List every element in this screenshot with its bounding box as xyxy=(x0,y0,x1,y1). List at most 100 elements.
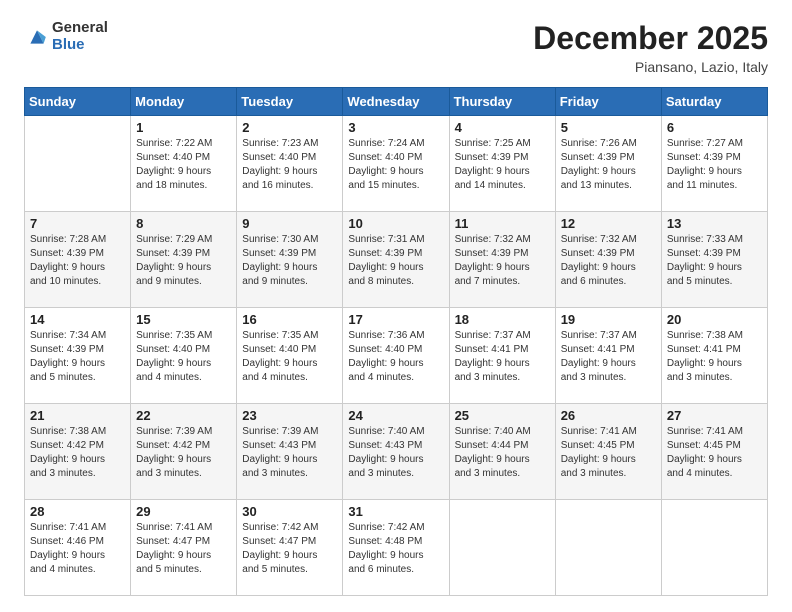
calendar-cell: 7Sunrise: 7:28 AM Sunset: 4:39 PM Daylig… xyxy=(25,212,131,308)
day-info: Sunrise: 7:29 AM Sunset: 4:39 PM Dayligh… xyxy=(136,233,231,289)
day-info: Sunrise: 7:37 AM Sunset: 4:41 PM Dayligh… xyxy=(455,329,550,385)
day-number: 20 xyxy=(667,312,762,327)
calendar-cell: 6 Sunrise: 7:27 AM Sunset: 4:39 PM Daylig… xyxy=(661,116,767,212)
day-info: Sunrise: 7:26 AM Sunset: 4:39 PM Dayligh… xyxy=(561,137,656,193)
calendar-day-header: Thursday xyxy=(449,88,555,116)
calendar-week-row: 1 Sunrise: 7:22 AM Sunset: 4:40 PM Daylig… xyxy=(25,116,768,212)
day-info: Sunrise: 7:24 AM Sunset: 4:40 PM Dayligh… xyxy=(348,137,443,193)
calendar-week-row: 21Sunrise: 7:38 AM Sunset: 4:42 PM Dayli… xyxy=(25,404,768,500)
calendar-cell: 28 Sunrise: 7:41 AM Sunset: 4:46 PM Dayli… xyxy=(25,500,131,596)
day-info: Sunrise: 7:34 AM Sunset: 4:39 PM Dayligh… xyxy=(30,329,125,385)
day-number: 24 xyxy=(348,408,443,423)
day-number: 17 xyxy=(348,312,443,327)
calendar-cell: 25 Sunrise: 7:40 AM Sunset: 4:44 PM Dayli… xyxy=(449,404,555,500)
day-number: 12 xyxy=(561,216,656,231)
month-title: December 2025 xyxy=(533,20,768,57)
day-info: Sunrise: 7:22 AM Sunset: 4:40 PM Dayligh… xyxy=(136,137,231,193)
calendar-cell: 16 Sunrise: 7:35 AM Sunset: 4:40 PM Dayli… xyxy=(237,308,343,404)
day-number: 9 xyxy=(242,216,337,231)
calendar-cell: 2Sunrise: 7:23 AM Sunset: 4:40 PM Daylig… xyxy=(237,116,343,212)
calendar-cell: 29 Sunrise: 7:41 AM Sunset: 4:47 PM Dayli… xyxy=(131,500,237,596)
calendar-table: SundayMondayTuesdayWednesdayThursdayFrid… xyxy=(24,87,768,596)
day-number: 26 xyxy=(561,408,656,423)
day-info: Sunrise: 7:23 AM Sunset: 4:40 PM Dayligh… xyxy=(242,137,337,193)
calendar-day-header: Friday xyxy=(555,88,661,116)
day-info: Sunrise: 7:30 AM Sunset: 4:39 PM Dayligh… xyxy=(242,233,337,289)
day-info: Sunrise: 7:41 AM Sunset: 4:46 PM Dayligh… xyxy=(30,521,125,577)
calendar-week-row: 14 Sunrise: 7:34 AM Sunset: 4:39 PM Dayli… xyxy=(25,308,768,404)
day-info: Sunrise: 7:28 AM Sunset: 4:39 PM Dayligh… xyxy=(30,233,125,289)
day-info: Sunrise: 7:36 AM Sunset: 4:40 PM Dayligh… xyxy=(348,329,443,385)
day-number: 29 xyxy=(136,504,231,519)
day-info: Sunrise: 7:39 AM Sunset: 4:43 PM Dayligh… xyxy=(242,425,337,481)
day-info: Sunrise: 7:39 AM Sunset: 4:42 PM Dayligh… xyxy=(136,425,231,481)
calendar-cell: 19Sunrise: 7:37 AM Sunset: 4:41 PM Dayli… xyxy=(555,308,661,404)
day-number: 5 xyxy=(561,120,656,135)
day-number: 31 xyxy=(348,504,443,519)
calendar-cell: 23Sunrise: 7:39 AM Sunset: 4:43 PM Dayli… xyxy=(237,404,343,500)
logo-blue-text: Blue xyxy=(52,37,108,54)
day-info: Sunrise: 7:41 AM Sunset: 4:45 PM Dayligh… xyxy=(667,425,762,481)
day-number: 30 xyxy=(242,504,337,519)
day-number: 10 xyxy=(348,216,443,231)
day-number: 16 xyxy=(242,312,337,327)
calendar-cell: 8 Sunrise: 7:29 AM Sunset: 4:39 PM Daylig… xyxy=(131,212,237,308)
day-info: Sunrise: 7:35 AM Sunset: 4:40 PM Dayligh… xyxy=(136,329,231,385)
day-info: Sunrise: 7:35 AM Sunset: 4:40 PM Dayligh… xyxy=(242,329,337,385)
day-number: 14 xyxy=(30,312,125,327)
calendar-day-header: Monday xyxy=(131,88,237,116)
day-number: 27 xyxy=(667,408,762,423)
logo-text: General Blue xyxy=(52,20,108,53)
calendar-day-header: Wednesday xyxy=(343,88,449,116)
calendar-cell: 24 Sunrise: 7:40 AM Sunset: 4:43 PM Dayli… xyxy=(343,404,449,500)
day-number: 25 xyxy=(455,408,550,423)
calendar-cell: 13 Sunrise: 7:33 AM Sunset: 4:39 PM Dayli… xyxy=(661,212,767,308)
calendar-cell: 31 Sunrise: 7:42 AM Sunset: 4:48 PM Dayli… xyxy=(343,500,449,596)
day-info: Sunrise: 7:27 AM Sunset: 4:39 PM Dayligh… xyxy=(667,137,762,193)
calendar-cell: 26 Sunrise: 7:41 AM Sunset: 4:45 PM Dayli… xyxy=(555,404,661,500)
calendar-cell: 12 Sunrise: 7:32 AM Sunset: 4:39 PM Dayli… xyxy=(555,212,661,308)
day-number: 11 xyxy=(455,216,550,231)
day-info: Sunrise: 7:41 AM Sunset: 4:47 PM Dayligh… xyxy=(136,521,231,577)
day-number: 15 xyxy=(136,312,231,327)
day-info: Sunrise: 7:38 AM Sunset: 4:41 PM Dayligh… xyxy=(667,329,762,385)
location: Piansano, Lazio, Italy xyxy=(533,59,768,75)
day-number: 21 xyxy=(30,408,125,423)
day-info: Sunrise: 7:33 AM Sunset: 4:39 PM Dayligh… xyxy=(667,233,762,289)
calendar-cell: 15 Sunrise: 7:35 AM Sunset: 4:40 PM Dayli… xyxy=(131,308,237,404)
day-info: Sunrise: 7:40 AM Sunset: 4:43 PM Dayligh… xyxy=(348,425,443,481)
day-info: Sunrise: 7:42 AM Sunset: 4:48 PM Dayligh… xyxy=(348,521,443,577)
day-number: 8 xyxy=(136,216,231,231)
calendar-cell: 17 Sunrise: 7:36 AM Sunset: 4:40 PM Dayli… xyxy=(343,308,449,404)
calendar-week-row: 7Sunrise: 7:28 AM Sunset: 4:39 PM Daylig… xyxy=(25,212,768,308)
calendar-cell: 10 Sunrise: 7:31 AM Sunset: 4:39 PM Dayli… xyxy=(343,212,449,308)
calendar-day-header: Sunday xyxy=(25,88,131,116)
calendar-cell: 22 Sunrise: 7:39 AM Sunset: 4:42 PM Dayli… xyxy=(131,404,237,500)
calendar-cell: 11 Sunrise: 7:32 AM Sunset: 4:39 PM Dayli… xyxy=(449,212,555,308)
day-info: Sunrise: 7:32 AM Sunset: 4:39 PM Dayligh… xyxy=(455,233,550,289)
calendar-cell: 14 Sunrise: 7:34 AM Sunset: 4:39 PM Dayli… xyxy=(25,308,131,404)
calendar-cell: 9 Sunrise: 7:30 AM Sunset: 4:39 PM Daylig… xyxy=(237,212,343,308)
calendar-cell: 21Sunrise: 7:38 AM Sunset: 4:42 PM Dayli… xyxy=(25,404,131,500)
day-info: Sunrise: 7:32 AM Sunset: 4:39 PM Dayligh… xyxy=(561,233,656,289)
day-number: 1 xyxy=(136,120,231,135)
logo-icon xyxy=(26,26,48,48)
day-number: 6 xyxy=(667,120,762,135)
day-info: Sunrise: 7:41 AM Sunset: 4:45 PM Dayligh… xyxy=(561,425,656,481)
calendar-cell xyxy=(661,500,767,596)
day-number: 28 xyxy=(30,504,125,519)
day-info: Sunrise: 7:40 AM Sunset: 4:44 PM Dayligh… xyxy=(455,425,550,481)
calendar-cell xyxy=(25,116,131,212)
calendar-week-row: 28 Sunrise: 7:41 AM Sunset: 4:46 PM Dayli… xyxy=(25,500,768,596)
calendar-header-row: SundayMondayTuesdayWednesdayThursdayFrid… xyxy=(25,88,768,116)
day-info: Sunrise: 7:31 AM Sunset: 4:39 PM Dayligh… xyxy=(348,233,443,289)
day-number: 13 xyxy=(667,216,762,231)
calendar-cell: 30Sunrise: 7:42 AM Sunset: 4:47 PM Dayli… xyxy=(237,500,343,596)
page: General Blue December 2025 Piansano, Laz… xyxy=(0,0,792,612)
day-number: 18 xyxy=(455,312,550,327)
calendar-cell: 1 Sunrise: 7:22 AM Sunset: 4:40 PM Daylig… xyxy=(131,116,237,212)
calendar-day-header: Tuesday xyxy=(237,88,343,116)
calendar-cell: 3Sunrise: 7:24 AM Sunset: 4:40 PM Daylig… xyxy=(343,116,449,212)
calendar-day-header: Saturday xyxy=(661,88,767,116)
day-number: 22 xyxy=(136,408,231,423)
